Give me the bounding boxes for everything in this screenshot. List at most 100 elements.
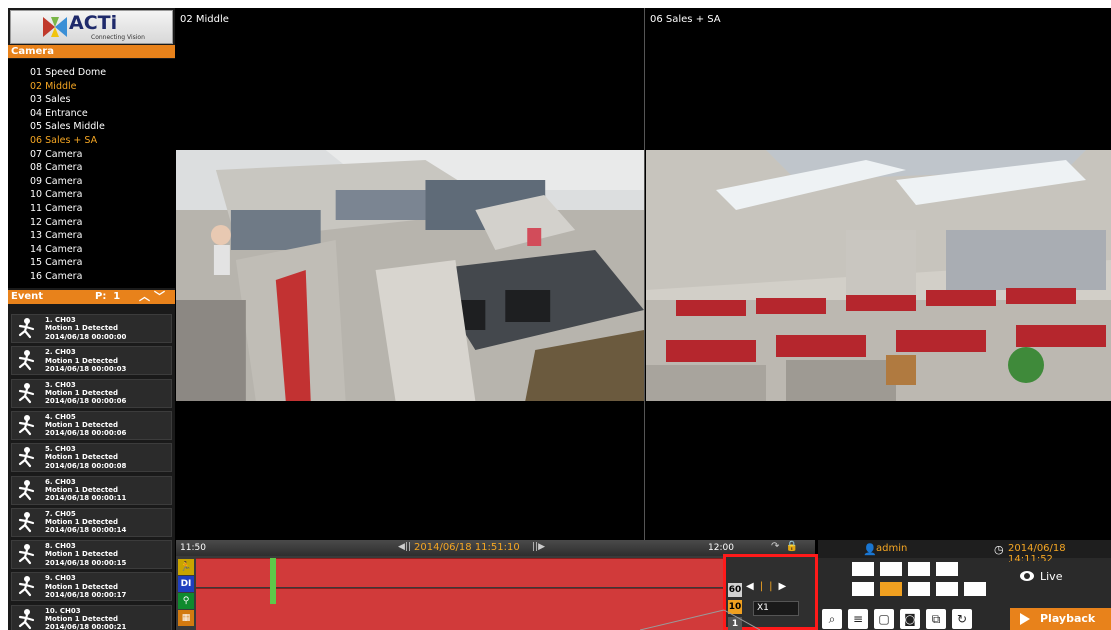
layout-1x3-button[interactable] <box>880 562 902 576</box>
control-panel: 👤 admin ◷ 2014/06/18 14:11:52 ⌕ ≡ ▢ ◙ ⧉ … <box>818 540 1111 630</box>
play-triangle-icon <box>1020 613 1030 625</box>
recording-track-icon[interactable]: ▦ <box>178 610 194 626</box>
motion-person-icon <box>18 447 35 468</box>
export-icon[interactable]: ↷ <box>771 541 779 552</box>
page-up-icon[interactable]: ︿ <box>139 290 154 303</box>
video-pane-1[interactable]: 02 Middle <box>176 8 645 540</box>
event-item[interactable]: 5. CH03 Motion 1 Detected 2014/06/18 00:00… <box>11 443 172 473</box>
event-time: 2014/06/18 00:00:15 <box>45 558 127 567</box>
next-frame-icon[interactable]: ||▶ <box>532 542 545 552</box>
playhead-marker[interactable] <box>270 558 276 604</box>
layout-3x3-button[interactable] <box>936 562 958 576</box>
camera-item[interactable]: 13 Camera <box>8 229 175 243</box>
event-text: 3. CH03 Motion 1 Detected 2014/06/18 00:00… <box>45 381 126 406</box>
motion-person-icon <box>18 479 35 500</box>
camera-item[interactable]: 01 Speed Dome <box>8 66 175 80</box>
camera-item[interactable]: 11 Camera <box>8 202 175 216</box>
page-down-icon[interactable]: ﹀ <box>154 290 169 303</box>
play-icon[interactable]: ▶ <box>778 581 792 592</box>
camera-item[interactable]: 09 Camera <box>8 175 175 189</box>
event-text: 9. CH03 Motion 1 Detected 2014/06/18 00:00… <box>45 574 126 599</box>
list-icon[interactable]: ≡ <box>848 609 868 629</box>
event-page-label: P: <box>95 291 107 302</box>
event-item[interactable]: 7. CH05 Motion 1 Detected 2014/06/18 00:00… <box>11 507 172 537</box>
event-page-number: 1 <box>113 291 121 302</box>
event-text: 5. CH03 Motion 1 Detected 2014/06/18 00:00… <box>45 445 126 470</box>
event-desc: Motion 1 Detected <box>45 485 118 494</box>
layout-grid16-button[interactable] <box>964 582 986 596</box>
camera-item[interactable]: 15 Camera <box>8 256 175 270</box>
event-page-arrows: ︿﹀ <box>139 290 169 304</box>
layout-quad-button[interactable] <box>908 582 930 596</box>
logo: ACTi Connecting Vision <box>10 10 173 44</box>
camera-item[interactable]: 08 Camera <box>8 161 175 175</box>
event-title: 2. CH03 <box>45 348 76 357</box>
search-icon[interactable]: ⌕ <box>822 609 842 629</box>
callout-leader <box>640 609 760 630</box>
fullscreen-icon[interactable]: ▢ <box>874 609 894 629</box>
event-time: 2014/06/18 00:00:06 <box>45 397 127 406</box>
event-text: 10. CH03 Motion 1 Detected 2014/06/18 00:0… <box>45 607 126 630</box>
camera-feed-sales-area <box>646 150 1111 401</box>
timeline-start-time: 11:50 <box>180 543 206 553</box>
event-time: 2014/06/18 00:00:17 <box>45 590 127 599</box>
layout-grid9-button[interactable] <box>936 582 958 596</box>
event-item[interactable]: 6. CH03 Motion 1 Detected 2014/06/18 00:00… <box>11 475 172 505</box>
sidebar: ACTi Connecting Vision Camera 01 Speed D… <box>8 8 175 630</box>
camera-item[interactable]: 02 Middle <box>8 80 175 94</box>
camera-item[interactable]: 07 Camera <box>8 148 175 162</box>
lock-icon[interactable]: 🔒 <box>786 541 798 552</box>
pause-icon[interactable]: || <box>760 581 779 592</box>
motion-person-icon <box>18 576 35 597</box>
event-desc: Motion 1 Detected <box>45 388 118 397</box>
timeline-current-time: 2014/06/18 11:51:10 <box>414 542 520 553</box>
camera-item[interactable]: 03 Sales <box>8 93 175 107</box>
snapshot-icon[interactable]: ◙ <box>900 609 920 629</box>
motion-person-icon <box>18 382 35 403</box>
link-track-icon[interactable]: ⚲ <box>178 593 194 609</box>
rewind-icon[interactable]: ◀ <box>746 581 760 592</box>
refresh-icon[interactable]: ↻ <box>952 609 972 629</box>
motion-track-icon[interactable]: 🏃 <box>178 559 194 575</box>
event-item[interactable]: 1. CH03 Motion 1 Detected 2014/06/18 00:00… <box>11 314 172 343</box>
camera-item[interactable]: 05 Sales Middle <box>8 120 175 134</box>
zoom-60-button[interactable]: 60 <box>728 583 742 597</box>
event-item[interactable]: 8. CH03 Motion 1 Detected 2014/06/18 00:00… <box>11 540 172 570</box>
live-label: Live <box>1040 570 1063 583</box>
event-item[interactable]: 9. CH03 Motion 1 Detected 2014/06/18 00:00… <box>11 572 172 602</box>
event-time: 2014/06/18 00:00:14 <box>45 526 127 535</box>
video-pane-2[interactable]: 06 Sales + SA <box>646 8 1111 540</box>
camera-item[interactable]: 14 Camera <box>8 243 175 257</box>
export-video-icon[interactable]: ⧉ <box>926 609 946 629</box>
playback-mode-button[interactable]: Playback <box>1010 608 1111 630</box>
event-text: 7. CH05 Motion 1 Detected 2014/06/18 00:00… <box>45 510 126 535</box>
layout-2x2-button[interactable] <box>908 562 930 576</box>
layout-1x1-button[interactable] <box>852 562 874 576</box>
camera-item[interactable]: 06 Sales + SA <box>8 134 175 148</box>
acti-logo-icon <box>43 17 67 37</box>
layout-split-button[interactable] <box>880 582 902 596</box>
event-title: 10. CH03 <box>45 606 81 615</box>
event-item[interactable]: 4. CH05 Motion 1 Detected 2014/06/18 00:00… <box>11 410 172 440</box>
camera-item[interactable]: 10 Camera <box>8 188 175 202</box>
event-item[interactable]: 10. CH03 Motion 1 Detected 2014/06/18 00:0… <box>11 604 172 630</box>
event-item[interactable]: 3. CH03 Motion 1 Detected 2014/06/18 00:00… <box>11 378 172 408</box>
user-icon: 👤 <box>863 543 877 556</box>
camera-item[interactable]: 04 Entrance <box>8 107 175 121</box>
camera-item[interactable]: 12 Camera <box>8 216 175 230</box>
clock-icon: ◷ <box>994 543 1004 556</box>
prev-frame-icon[interactable]: ◀|| <box>398 542 411 552</box>
event-text: 4. CH05 Motion 1 Detected 2014/06/18 00:00… <box>45 413 126 438</box>
timeline-tools: ↷ 🔒 <box>771 541 798 552</box>
event-track[interactable] <box>196 558 732 587</box>
camera-section-header: Camera <box>8 45 175 58</box>
event-item[interactable]: 2. CH03 Motion 1 Detected 2014/06/18 00:00… <box>11 346 172 376</box>
event-text: 6. CH03 Motion 1 Detected 2014/06/18 00:00… <box>45 478 126 503</box>
event-title: 4. CH05 <box>45 412 76 421</box>
event-time: 2014/06/18 00:00:03 <box>45 364 127 373</box>
live-mode-button[interactable]: Live <box>1010 561 1111 593</box>
layout-single-button[interactable] <box>852 582 874 596</box>
di-track-icon[interactable]: DI <box>178 576 194 592</box>
camera-item[interactable]: 16 Camera <box>8 270 175 284</box>
camera-feed-office-middle <box>176 150 644 401</box>
